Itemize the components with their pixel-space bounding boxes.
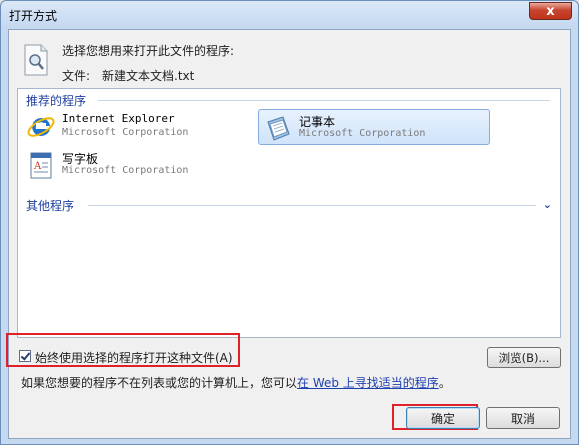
footer-suffix: 。 bbox=[438, 376, 451, 390]
footer-note: 如果您想要的程序不在列表或您的计算机上，您可以在 Web 上寻找适当的程序。 bbox=[21, 374, 451, 391]
prompt-text: 选择您想用来打开此文件的程序: bbox=[62, 44, 235, 58]
program-item-internet-explorer[interactable]: Internet Explorer Microsoft Corporation bbox=[22, 109, 254, 145]
program-list[interactable]: 推荐的程序 Internet Explorer Microsoft Corpor… bbox=[17, 88, 561, 338]
other-group-header[interactable]: 其他程序 bbox=[26, 197, 74, 214]
group-divider bbox=[98, 100, 550, 101]
svg-text:A: A bbox=[33, 161, 42, 172]
program-company: Microsoft Corporation bbox=[299, 128, 426, 139]
program-item-wordpad[interactable]: A 写字板 Microsoft Corporation bbox=[22, 147, 254, 183]
file-search-icon bbox=[24, 44, 48, 76]
program-item-notepad[interactable]: 记事本 Microsoft Corporation bbox=[258, 109, 490, 145]
program-name: Internet Explorer bbox=[62, 112, 175, 125]
program-company: Microsoft Corporation bbox=[62, 127, 189, 138]
wordpad-icon: A bbox=[30, 152, 52, 179]
ok-button[interactable]: 确定 bbox=[406, 407, 480, 429]
footer-prefix: 如果您想要的程序不在列表或您的计算机上，您可以 bbox=[21, 376, 298, 390]
find-on-web-link[interactable]: 在 Web 上寻找适当的程序 bbox=[297, 376, 439, 390]
notepad-icon bbox=[267, 116, 290, 141]
browse-button[interactable]: 浏览(B)... bbox=[487, 347, 561, 368]
recommended-group-header[interactable]: 推荐的程序 bbox=[26, 92, 86, 109]
group-divider bbox=[88, 205, 536, 206]
file-label: 文件: bbox=[62, 69, 91, 83]
file-name: 新建文本文档.txt bbox=[102, 69, 195, 83]
program-company: Microsoft Corporation bbox=[62, 165, 189, 176]
internet-explorer-icon bbox=[27, 117, 55, 137]
window-title: 打开方式 bbox=[9, 9, 58, 23]
always-use-checkbox[interactable] bbox=[19, 350, 31, 362]
dialog-body: 选择您想用来打开此文件的程序: 文件: 新建文本文档.txt 推荐的程序 Int… bbox=[6, 29, 571, 439]
always-use-label[interactable]: 始终使用选择的程序打开这种文件(A) bbox=[35, 349, 233, 366]
chevron-down-icon[interactable]: ⌄ bbox=[543, 198, 552, 211]
close-icon: x bbox=[546, 3, 555, 19]
cancel-button[interactable]: 取消 bbox=[486, 407, 560, 429]
open-with-dialog: 打开方式 x 选择您想用来打开此文件的程序: 文件: 新建文本文档.txt 推荐… bbox=[0, 0, 579, 445]
close-button[interactable]: x bbox=[529, 2, 572, 20]
title-bar[interactable]: 打开方式 x bbox=[1, 1, 578, 29]
